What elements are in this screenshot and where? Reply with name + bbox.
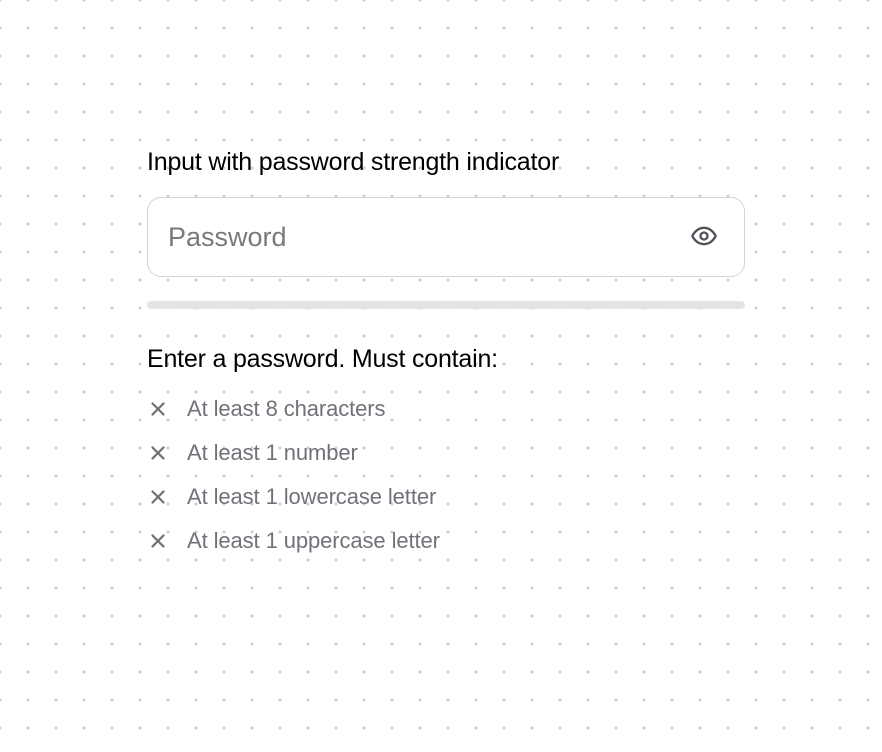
- requirement-item: At least 1 lowercase letter: [147, 484, 745, 510]
- requirement-text: At least 1 number: [187, 440, 358, 466]
- password-input-wrapper: [147, 197, 745, 277]
- eye-icon: [690, 222, 718, 253]
- requirement-text: At least 1 uppercase letter: [187, 528, 440, 554]
- requirement-item: At least 1 uppercase letter: [147, 528, 745, 554]
- x-icon: [147, 486, 169, 508]
- password-strength-widget: Input with password strength indicator E…: [147, 148, 745, 554]
- requirement-item: At least 1 number: [147, 440, 745, 466]
- requirement-item: At least 8 characters: [147, 396, 745, 422]
- requirement-text: At least 8 characters: [187, 396, 385, 422]
- requirements-list: At least 8 characters At least 1 number …: [147, 396, 745, 554]
- x-icon: [147, 530, 169, 552]
- requirements-heading: Enter a password. Must contain:: [147, 345, 745, 374]
- widget-heading: Input with password strength indicator: [147, 148, 745, 177]
- x-icon: [147, 398, 169, 420]
- password-input[interactable]: [168, 222, 684, 253]
- toggle-password-visibility-button[interactable]: [684, 216, 724, 259]
- x-icon: [147, 442, 169, 464]
- password-strength-bar: [147, 301, 745, 309]
- requirement-text: At least 1 lowercase letter: [187, 484, 436, 510]
